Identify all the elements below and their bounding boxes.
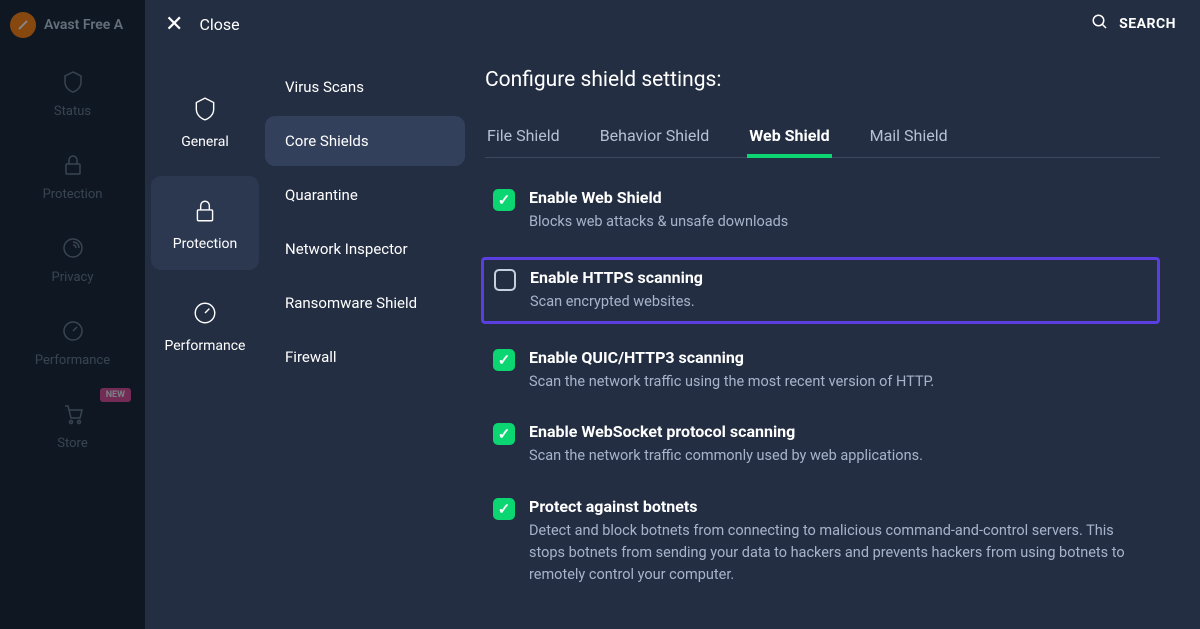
main-nav-rail: Avast Free A Status Protection Privacy P…	[0, 0, 145, 629]
submenu-virus-scans[interactable]: Virus Scans	[265, 62, 465, 112]
fingerprint-icon	[59, 234, 87, 262]
tab-file-shield[interactable]: File Shield	[485, 116, 562, 157]
checkbox-enable-websocket[interactable]: ✓	[493, 423, 515, 445]
cart-icon	[59, 400, 87, 428]
overlay-topbar: ✕ Close SEARCH	[145, 0, 1200, 48]
gauge-icon	[190, 298, 220, 328]
checkbox-protect-botnets[interactable]: ✓	[493, 498, 515, 520]
close-button[interactable]: ✕ Close	[165, 12, 240, 37]
gauge-icon	[59, 317, 87, 345]
settings-overlay: ✕ Close SEARCH General Protection	[145, 0, 1200, 629]
check-icon: ✓	[498, 500, 511, 518]
rail-protection[interactable]: Protection	[0, 133, 145, 216]
shield-icon	[190, 94, 220, 124]
rail-privacy[interactable]: Privacy	[0, 216, 145, 299]
category-performance[interactable]: Performance	[151, 278, 259, 372]
check-icon: ✓	[498, 351, 511, 369]
submenu-quarantine[interactable]: Quarantine	[265, 170, 465, 220]
setting-enable-quic-http3: ✓ Enable QUIC/HTTP3 scanning Scan the ne…	[485, 342, 1160, 399]
app-logo: Avast Free A	[0, 0, 145, 50]
rail-store[interactable]: NEW Store	[0, 382, 145, 465]
tab-web-shield[interactable]: Web Shield	[747, 116, 831, 157]
rail-performance[interactable]: Performance	[0, 299, 145, 382]
setting-enable-https-scanning: Enable HTTPS scanning Scan encrypted web…	[481, 257, 1160, 324]
shield-icon	[59, 68, 87, 96]
check-icon: ✓	[498, 191, 511, 209]
content-title: Configure shield settings:	[485, 68, 1160, 92]
submenu-network-inspector[interactable]: Network Inspector	[265, 224, 465, 274]
submenu-core-shields[interactable]: Core Shields	[265, 116, 465, 166]
lock-icon	[190, 196, 220, 226]
check-icon: ✓	[498, 425, 511, 443]
submenu-firewall[interactable]: Firewall	[265, 332, 465, 382]
close-icon: ✕	[165, 12, 183, 37]
settings-content: Configure shield settings: File Shield B…	[465, 0, 1200, 629]
settings-submenu: Virus Scans Core Shields Quarantine Netw…	[265, 0, 465, 629]
checkbox-enable-https-scanning[interactable]	[494, 269, 516, 291]
category-protection[interactable]: Protection	[151, 176, 259, 270]
category-general[interactable]: General	[151, 74, 259, 168]
submenu-ransomware-shield[interactable]: Ransomware Shield	[265, 278, 465, 328]
tab-mail-shield[interactable]: Mail Shield	[868, 116, 950, 157]
checkbox-enable-quic-http3[interactable]: ✓	[493, 349, 515, 371]
avast-logo-icon	[10, 12, 36, 38]
tab-behavior-shield[interactable]: Behavior Shield	[598, 116, 712, 157]
setting-protect-botnets: ✓ Protect against botnets Detect and blo…	[485, 491, 1160, 591]
app-title: Avast Free A	[44, 17, 123, 33]
settings-categories: General Protection Performance	[145, 0, 265, 629]
shield-tabs: File Shield Behavior Shield Web Shield M…	[485, 116, 1160, 158]
checkbox-enable-web-shield[interactable]: ✓	[493, 189, 515, 211]
search-button[interactable]: SEARCH	[1091, 13, 1176, 35]
lock-icon	[59, 151, 87, 179]
setting-enable-web-shield: ✓ Enable Web Shield Blocks web attacks &…	[485, 182, 1160, 239]
setting-enable-websocket: ✓ Enable WebSocket protocol scanning Sca…	[485, 416, 1160, 473]
rail-status[interactable]: Status	[0, 50, 145, 133]
new-badge: NEW	[100, 388, 131, 402]
search-icon	[1091, 13, 1109, 35]
